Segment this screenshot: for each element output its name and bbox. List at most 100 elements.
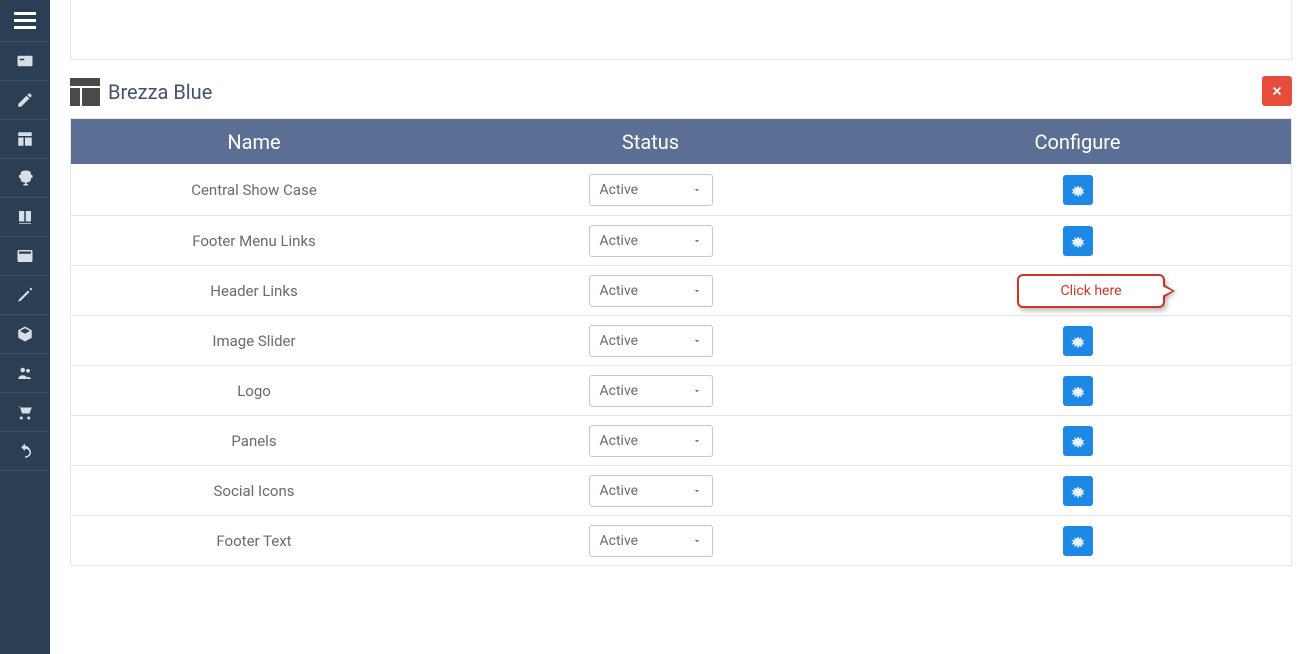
configure-button[interactable] <box>1063 326 1093 356</box>
table-row: Image Slider Active <box>71 315 1291 365</box>
chevron-down-icon <box>692 431 702 450</box>
th-configure: Configure <box>864 119 1291 164</box>
status-cell: Active <box>437 275 864 307</box>
gear-icon <box>1070 483 1086 499</box>
table-row: Social Icons Active <box>71 465 1291 515</box>
status-value: Active <box>600 483 639 499</box>
components-table: Name Status Configure Central Show Case A… <box>70 118 1292 566</box>
table-row: Footer Menu Links Active <box>71 215 1291 265</box>
component-name: Logo <box>71 382 437 400</box>
chevron-down-icon <box>692 381 702 400</box>
th-status: Status <box>437 119 864 164</box>
sidebar-item-9[interactable] <box>0 393 50 432</box>
cube-icon <box>16 325 34 343</box>
gear-icon <box>1070 233 1086 249</box>
status-value: Active <box>600 433 639 449</box>
status-value: Active <box>600 533 639 549</box>
configure-button[interactable] <box>1063 226 1093 256</box>
table-header: Name Status Configure <box>71 119 1291 164</box>
gear-icon <box>1070 433 1086 449</box>
chevron-down-icon <box>692 281 702 300</box>
status-select[interactable]: Active <box>589 525 713 557</box>
configure-cell <box>864 476 1291 506</box>
status-select[interactable]: Active <box>589 225 713 257</box>
sidebar-item-5[interactable] <box>0 237 50 276</box>
status-cell: Active <box>437 225 864 257</box>
gear-icon <box>1070 333 1086 349</box>
sidebar-item-10[interactable] <box>0 432 50 471</box>
sidebar-item-8[interactable] <box>0 354 50 393</box>
status-value: Active <box>600 233 639 249</box>
configure-button[interactable] <box>1063 476 1093 506</box>
section-header: Brezza Blue <box>70 76 1292 108</box>
gear-icon <box>1070 182 1086 198</box>
configure-button[interactable] <box>1063 376 1093 406</box>
close-icon <box>1270 84 1284 98</box>
sidebar-item-0[interactable] <box>0 42 50 81</box>
component-name: Social Icons <box>71 482 437 500</box>
cart-icon <box>16 403 34 421</box>
status-select[interactable]: Active <box>589 275 713 307</box>
configure-button[interactable] <box>1063 175 1093 205</box>
component-name: Footer Text <box>71 532 437 550</box>
configure-cell <box>864 226 1291 256</box>
gear-icon <box>1070 533 1086 549</box>
pen-icon <box>16 286 34 304</box>
card-icon <box>16 52 34 70</box>
configure-cell <box>864 326 1291 356</box>
configure-button[interactable] <box>1063 526 1093 556</box>
sidebar-item-7[interactable] <box>0 315 50 354</box>
table-row: Footer Text Active <box>71 515 1291 565</box>
users-icon <box>16 364 34 382</box>
status-value: Active <box>600 182 639 198</box>
component-name: Panels <box>71 432 437 450</box>
close-button[interactable] <box>1262 76 1292 106</box>
sidebar <box>0 0 50 654</box>
status-cell: Active <box>437 325 864 357</box>
configure-cell <box>864 376 1291 406</box>
window-icon <box>16 247 34 265</box>
status-select[interactable]: Active <box>589 475 713 507</box>
hamburger-menu[interactable] <box>0 0 50 42</box>
top-panel <box>70 0 1292 60</box>
main-content: Brezza Blue Name Status Configure Centra… <box>50 0 1313 654</box>
configure-cell <box>864 526 1291 556</box>
table-row: Header LinksActiveClick here <box>71 265 1291 315</box>
money-icon <box>16 169 34 187</box>
configure-cell <box>864 426 1291 456</box>
edit-icon <box>16 91 34 109</box>
sidebar-item-2[interactable] <box>0 120 50 159</box>
component-name: Footer Menu Links <box>71 232 437 250</box>
chevron-down-icon <box>692 531 702 550</box>
status-cell: Active <box>437 375 864 407</box>
status-select[interactable]: Active <box>589 425 713 457</box>
component-name: Central Show Case <box>71 181 437 199</box>
sidebar-item-4[interactable] <box>0 198 50 237</box>
sidebar-item-3[interactable] <box>0 159 50 198</box>
sidebar-item-6[interactable] <box>0 276 50 315</box>
status-select[interactable]: Active <box>589 325 713 357</box>
status-cell: Active <box>437 475 864 507</box>
component-name: Header Links <box>71 282 437 300</box>
book-icon <box>16 208 34 226</box>
component-name: Image Slider <box>71 332 437 350</box>
chevron-down-icon <box>692 331 702 350</box>
configure-button[interactable] <box>1063 426 1093 456</box>
status-select[interactable]: Active <box>589 375 713 407</box>
status-value: Active <box>600 333 639 349</box>
status-cell: Active <box>437 525 864 557</box>
status-value: Active <box>600 283 639 299</box>
th-name: Name <box>71 119 437 164</box>
status-cell: Active <box>437 174 864 206</box>
undo-icon <box>16 442 34 460</box>
theme-layout-icon <box>70 78 100 106</box>
configure-cell <box>864 175 1291 205</box>
status-cell: Active <box>437 425 864 457</box>
sidebar-item-1[interactable] <box>0 81 50 120</box>
chevron-down-icon <box>692 231 702 250</box>
table-body: Central Show CaseActiveFooter Menu Links… <box>71 164 1291 565</box>
chevron-down-icon <box>692 180 702 199</box>
table-row: Panels Active <box>71 415 1291 465</box>
status-select[interactable]: Active <box>589 174 713 206</box>
status-value: Active <box>600 383 639 399</box>
